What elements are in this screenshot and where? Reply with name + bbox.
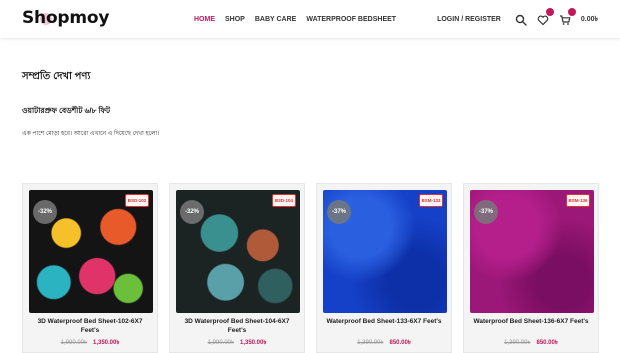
discount-badge: -32% <box>180 200 204 224</box>
product-card[interactable]: -32% BSD-102 3D Waterproof Bed Sheet-102… <box>22 183 158 353</box>
new-price: 1,350.00৳ <box>240 340 267 346</box>
product-card[interactable]: -37% BSM-133 Waterproof Bed Sheet-133-6X… <box>316 183 452 353</box>
new-price: 850.00৳ <box>389 340 411 346</box>
product-card[interactable]: -32% B3D-104 3D Waterproof Bed Sheet-104… <box>169 183 305 353</box>
header-actions: LOGIN / REGISTER 0.00৳ <box>437 0 598 38</box>
product-image[interactable]: -32% BSD-102 <box>29 190 153 313</box>
logo-text: Shopmoy <box>22 8 110 28</box>
old-price: 1,990.00৳ <box>60 340 87 346</box>
main-nav: HOME SHOP BABY CARE WATERPROOF BEDSHEET <box>194 0 396 38</box>
product-title[interactable]: 3D Waterproof Bed Sheet-104-6X7 Feet's <box>176 317 298 335</box>
section-title: সম্প্রতি দেখা পণ্য <box>22 71 91 82</box>
product-grid: -32% BSD-102 3D Waterproof Bed Sheet-102… <box>22 183 599 353</box>
nav-waterproof-bedsheet[interactable]: WATERPROOF BEDSHEET <box>306 16 396 23</box>
site-logo[interactable]: Shopmoy <box>22 8 109 28</box>
product-card[interactable]: -37% BSM-136 Waterproof Bed Sheet-136-6X… <box>463 183 599 353</box>
product-image[interactable]: -32% B3D-104 <box>176 190 300 313</box>
post-title[interactable]: ওয়াটারপ্রুফ বেডশীট ৬/৮ ফিট <box>22 106 110 118</box>
cart-icon[interactable] <box>559 8 576 25</box>
product-title[interactable]: 3D Waterproof Bed Sheet-102-6X7 Feet's <box>29 317 151 335</box>
nav-shop[interactable]: SHOP <box>225 16 245 23</box>
discount-badge: -32% <box>33 200 57 224</box>
sku-label: BSM-133 <box>419 194 443 207</box>
cart-count-badge <box>567 8 576 16</box>
wishlist-heart-icon[interactable] <box>537 8 554 26</box>
wishlist-count-badge <box>545 8 554 16</box>
old-price: 1,390.00৳ <box>504 340 531 346</box>
product-image[interactable]: -37% BSM-133 <box>323 190 447 313</box>
product-title[interactable]: Waterproof Bed Sheet-136-6X7 Feet's <box>470 317 592 326</box>
sku-label: BSD-102 <box>125 194 149 207</box>
discount-badge: -37% <box>474 200 498 224</box>
new-price: 850.00৳ <box>536 340 558 346</box>
post-excerpt: এক পাশে মোড়া হবে। আরো এখানে এ দিয়েছে দ… <box>22 131 160 137</box>
discount-badge: -37% <box>327 200 351 224</box>
old-price: 1,990.00৳ <box>207 340 234 346</box>
product-title[interactable]: Waterproof Bed Sheet-133-6X7 Feet's <box>323 317 445 326</box>
nav-home[interactable]: HOME <box>194 16 215 23</box>
sku-label: BSM-136 <box>566 194 590 207</box>
new-price: 1,350.00৳ <box>93 340 120 346</box>
cart-total[interactable]: 0.00৳ <box>581 13 598 25</box>
sku-label: B3D-104 <box>272 194 296 207</box>
site-header: Shopmoy HOME SHOP BABY CARE WATERPROOF B… <box>0 0 620 38</box>
old-price: 1,390.00৳ <box>357 340 384 346</box>
login-register-link[interactable]: LOGIN / REGISTER <box>437 16 501 23</box>
nav-baby-care[interactable]: BABY CARE <box>255 16 297 23</box>
product-image[interactable]: -37% BSM-136 <box>470 190 594 313</box>
search-icon[interactable] <box>515 13 527 26</box>
